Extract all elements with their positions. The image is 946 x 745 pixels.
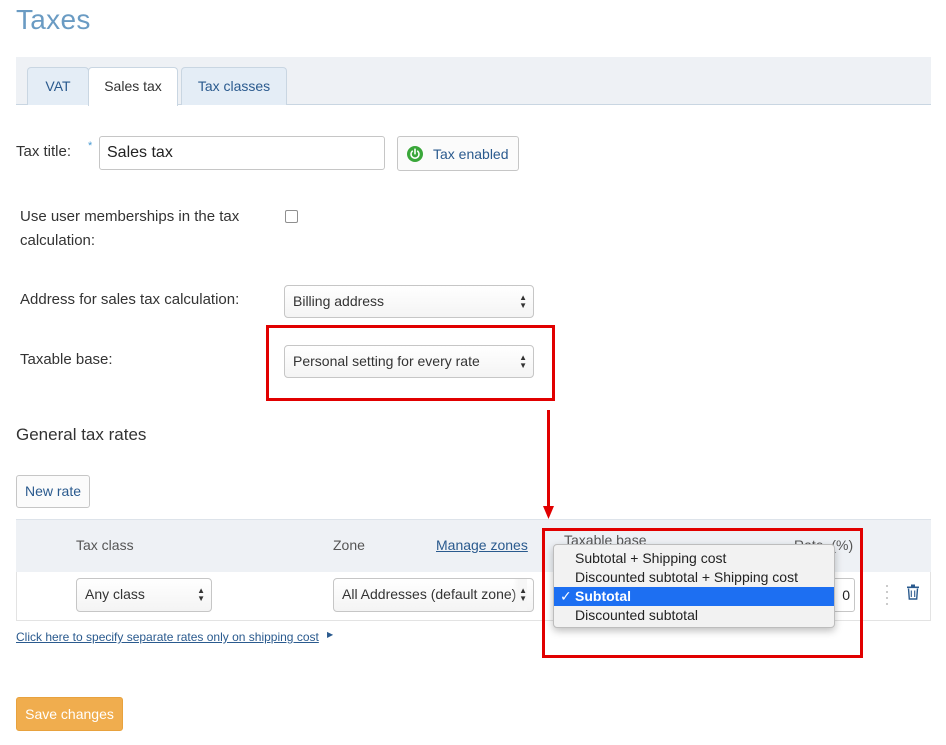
highlight-arrow-head-icon <box>543 506 554 519</box>
taxable-base-label: Taxable base: <box>20 351 113 368</box>
select-arrows-icon: ▲ ▼ <box>197 586 205 603</box>
tax-title-label: Tax title: <box>16 143 72 160</box>
address-select-value: Billing address <box>293 293 385 309</box>
zone-select-value: All Addresses (default zone) <box>342 586 517 602</box>
tab-tax-classes[interactable]: Tax classes <box>181 67 287 105</box>
tax-class-select[interactable]: Any class ▲ ▼ <box>76 578 212 612</box>
required-mark: * <box>88 140 93 152</box>
tax-class-select-value: Any class <box>85 586 145 602</box>
address-select[interactable]: Billing address ▲ ▼ <box>284 285 534 318</box>
zone-select[interactable]: All Addresses (default zone) ▲ ▼ <box>333 578 534 612</box>
tab-sales-tax[interactable]: Sales tax <box>88 67 178 106</box>
tab-bar: VAT Sales tax Tax classes <box>16 57 931 106</box>
caret-right-icon: ▶ <box>327 630 334 639</box>
section-title: General tax rates <box>16 425 147 444</box>
column-zone: Zone <box>333 537 365 553</box>
tax-enabled-label: Tax enabled <box>433 146 509 162</box>
save-changes-button[interactable]: Save changes <box>16 697 123 731</box>
new-rate-button[interactable]: New rate <box>16 475 90 508</box>
memberships-label-line1: Use user memberships in the tax <box>20 208 240 225</box>
tax-title-input[interactable]: Sales tax <box>99 136 385 170</box>
tab-vat[interactable]: VAT <box>27 67 89 105</box>
power-icon <box>407 146 423 162</box>
highlight-box-dropdown <box>542 528 863 658</box>
drag-handle-icon[interactable] <box>885 584 889 606</box>
highlight-arrow-line <box>547 410 550 508</box>
separate-shipping-rates-link[interactable]: Click here to specify separate rates onl… <box>16 630 319 644</box>
page-title: Taxes <box>16 4 91 35</box>
column-tax-class: Tax class <box>76 537 134 553</box>
tax-enabled-button[interactable]: Tax enabled <box>397 136 519 171</box>
memberships-label-line2: calculation: <box>20 232 96 249</box>
highlight-box-taxable-base <box>266 325 555 401</box>
manage-zones-link[interactable]: Manage zones <box>436 537 528 553</box>
select-arrows-icon: ▲ ▼ <box>513 579 527 611</box>
memberships-checkbox[interactable] <box>285 210 298 223</box>
select-arrows-icon: ▲ ▼ <box>519 292 527 310</box>
trash-icon[interactable] <box>906 584 920 600</box>
address-label: Address for sales tax calculation: <box>20 291 240 308</box>
